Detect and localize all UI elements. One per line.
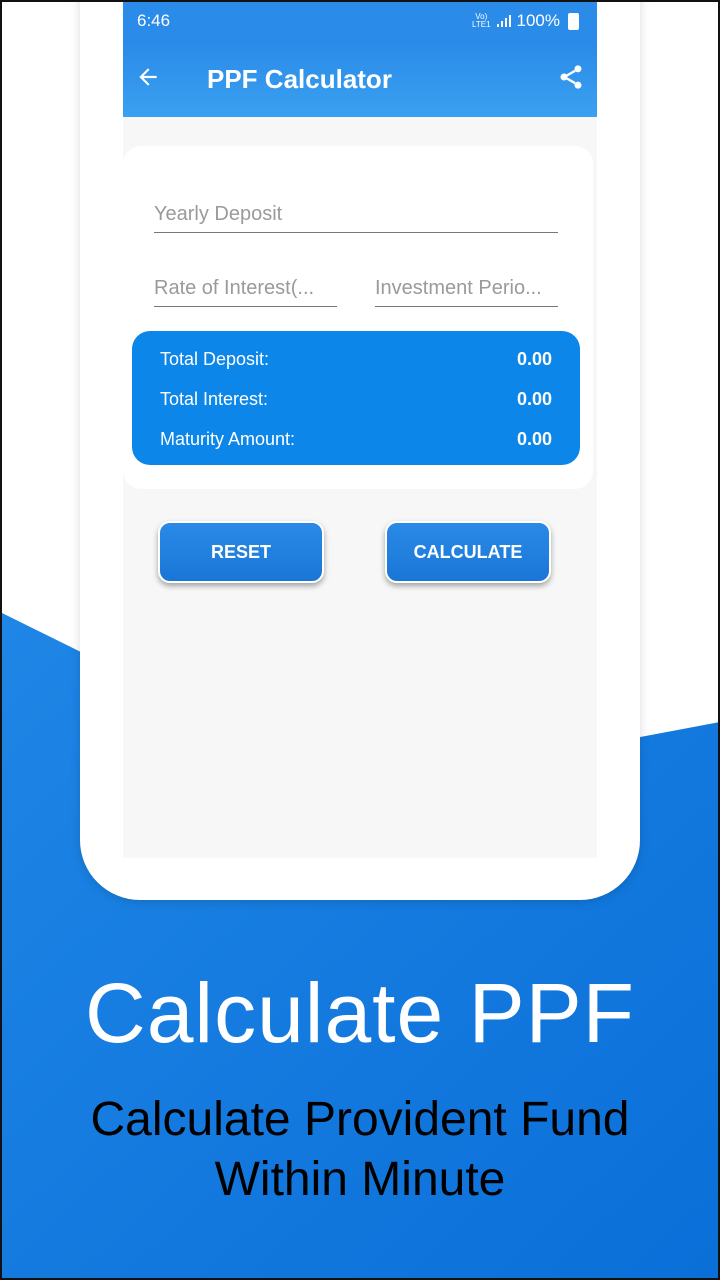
- total-interest-row: Total Interest: 0.00: [160, 389, 552, 410]
- promo-headline: Calculate PPF: [85, 966, 635, 1060]
- battery-text: 100%: [516, 11, 560, 30]
- maturity-amount-row: Maturity Amount: 0.00: [160, 429, 552, 450]
- app-screen: 6:46 Vo) LTE1 100% PPF Calculator Yearly …: [123, 0, 597, 858]
- investment-period-input[interactable]: Investment Perio...: [375, 277, 558, 307]
- reset-button[interactable]: RESET: [158, 521, 324, 583]
- calculate-button[interactable]: CALCULATE: [385, 521, 551, 583]
- results-panel: Total Deposit: 0.00 Total Interest: 0.00…: [132, 331, 580, 465]
- total-interest-label: Total Interest:: [160, 389, 269, 409]
- promo-subline: Calculate Provident Fund Within Minute: [0, 1090, 720, 1210]
- page-title: PPF Calculator: [207, 64, 392, 94]
- share-icon[interactable]: [557, 62, 585, 92]
- status-bar: 6:46 Vo) LTE1 100%: [123, 0, 597, 40]
- total-deposit-row: Total Deposit: 0.00: [160, 349, 552, 370]
- calculator-card: Yearly Deposit Rate of Interest(... Inve…: [123, 146, 593, 489]
- total-interest-value: 0.00: [516, 389, 552, 409]
- promo-subline-1: Calculate Provident Fund: [90, 1093, 630, 1146]
- status-time: 6:46: [137, 11, 171, 30]
- total-deposit-value: 0.00: [516, 349, 552, 369]
- battery-icon: [568, 12, 579, 30]
- signal-icon: [496, 15, 511, 27]
- total-deposit-label: Total Deposit:: [160, 349, 270, 369]
- yearly-deposit-input[interactable]: Yearly Deposit: [154, 203, 558, 233]
- promo-subline-2: Within Minute: [214, 1153, 506, 1206]
- back-arrow-icon[interactable]: [135, 64, 161, 90]
- status-icons: Vo) LTE1 100%: [472, 11, 579, 31]
- lte-icon: Vo) LTE1: [471, 12, 491, 29]
- rate-of-interest-input[interactable]: Rate of Interest(...: [154, 277, 337, 307]
- app-bar: PPF Calculator: [123, 40, 597, 117]
- maturity-amount-label: Maturity Amount:: [160, 429, 296, 449]
- maturity-amount-value: 0.00: [516, 429, 552, 449]
